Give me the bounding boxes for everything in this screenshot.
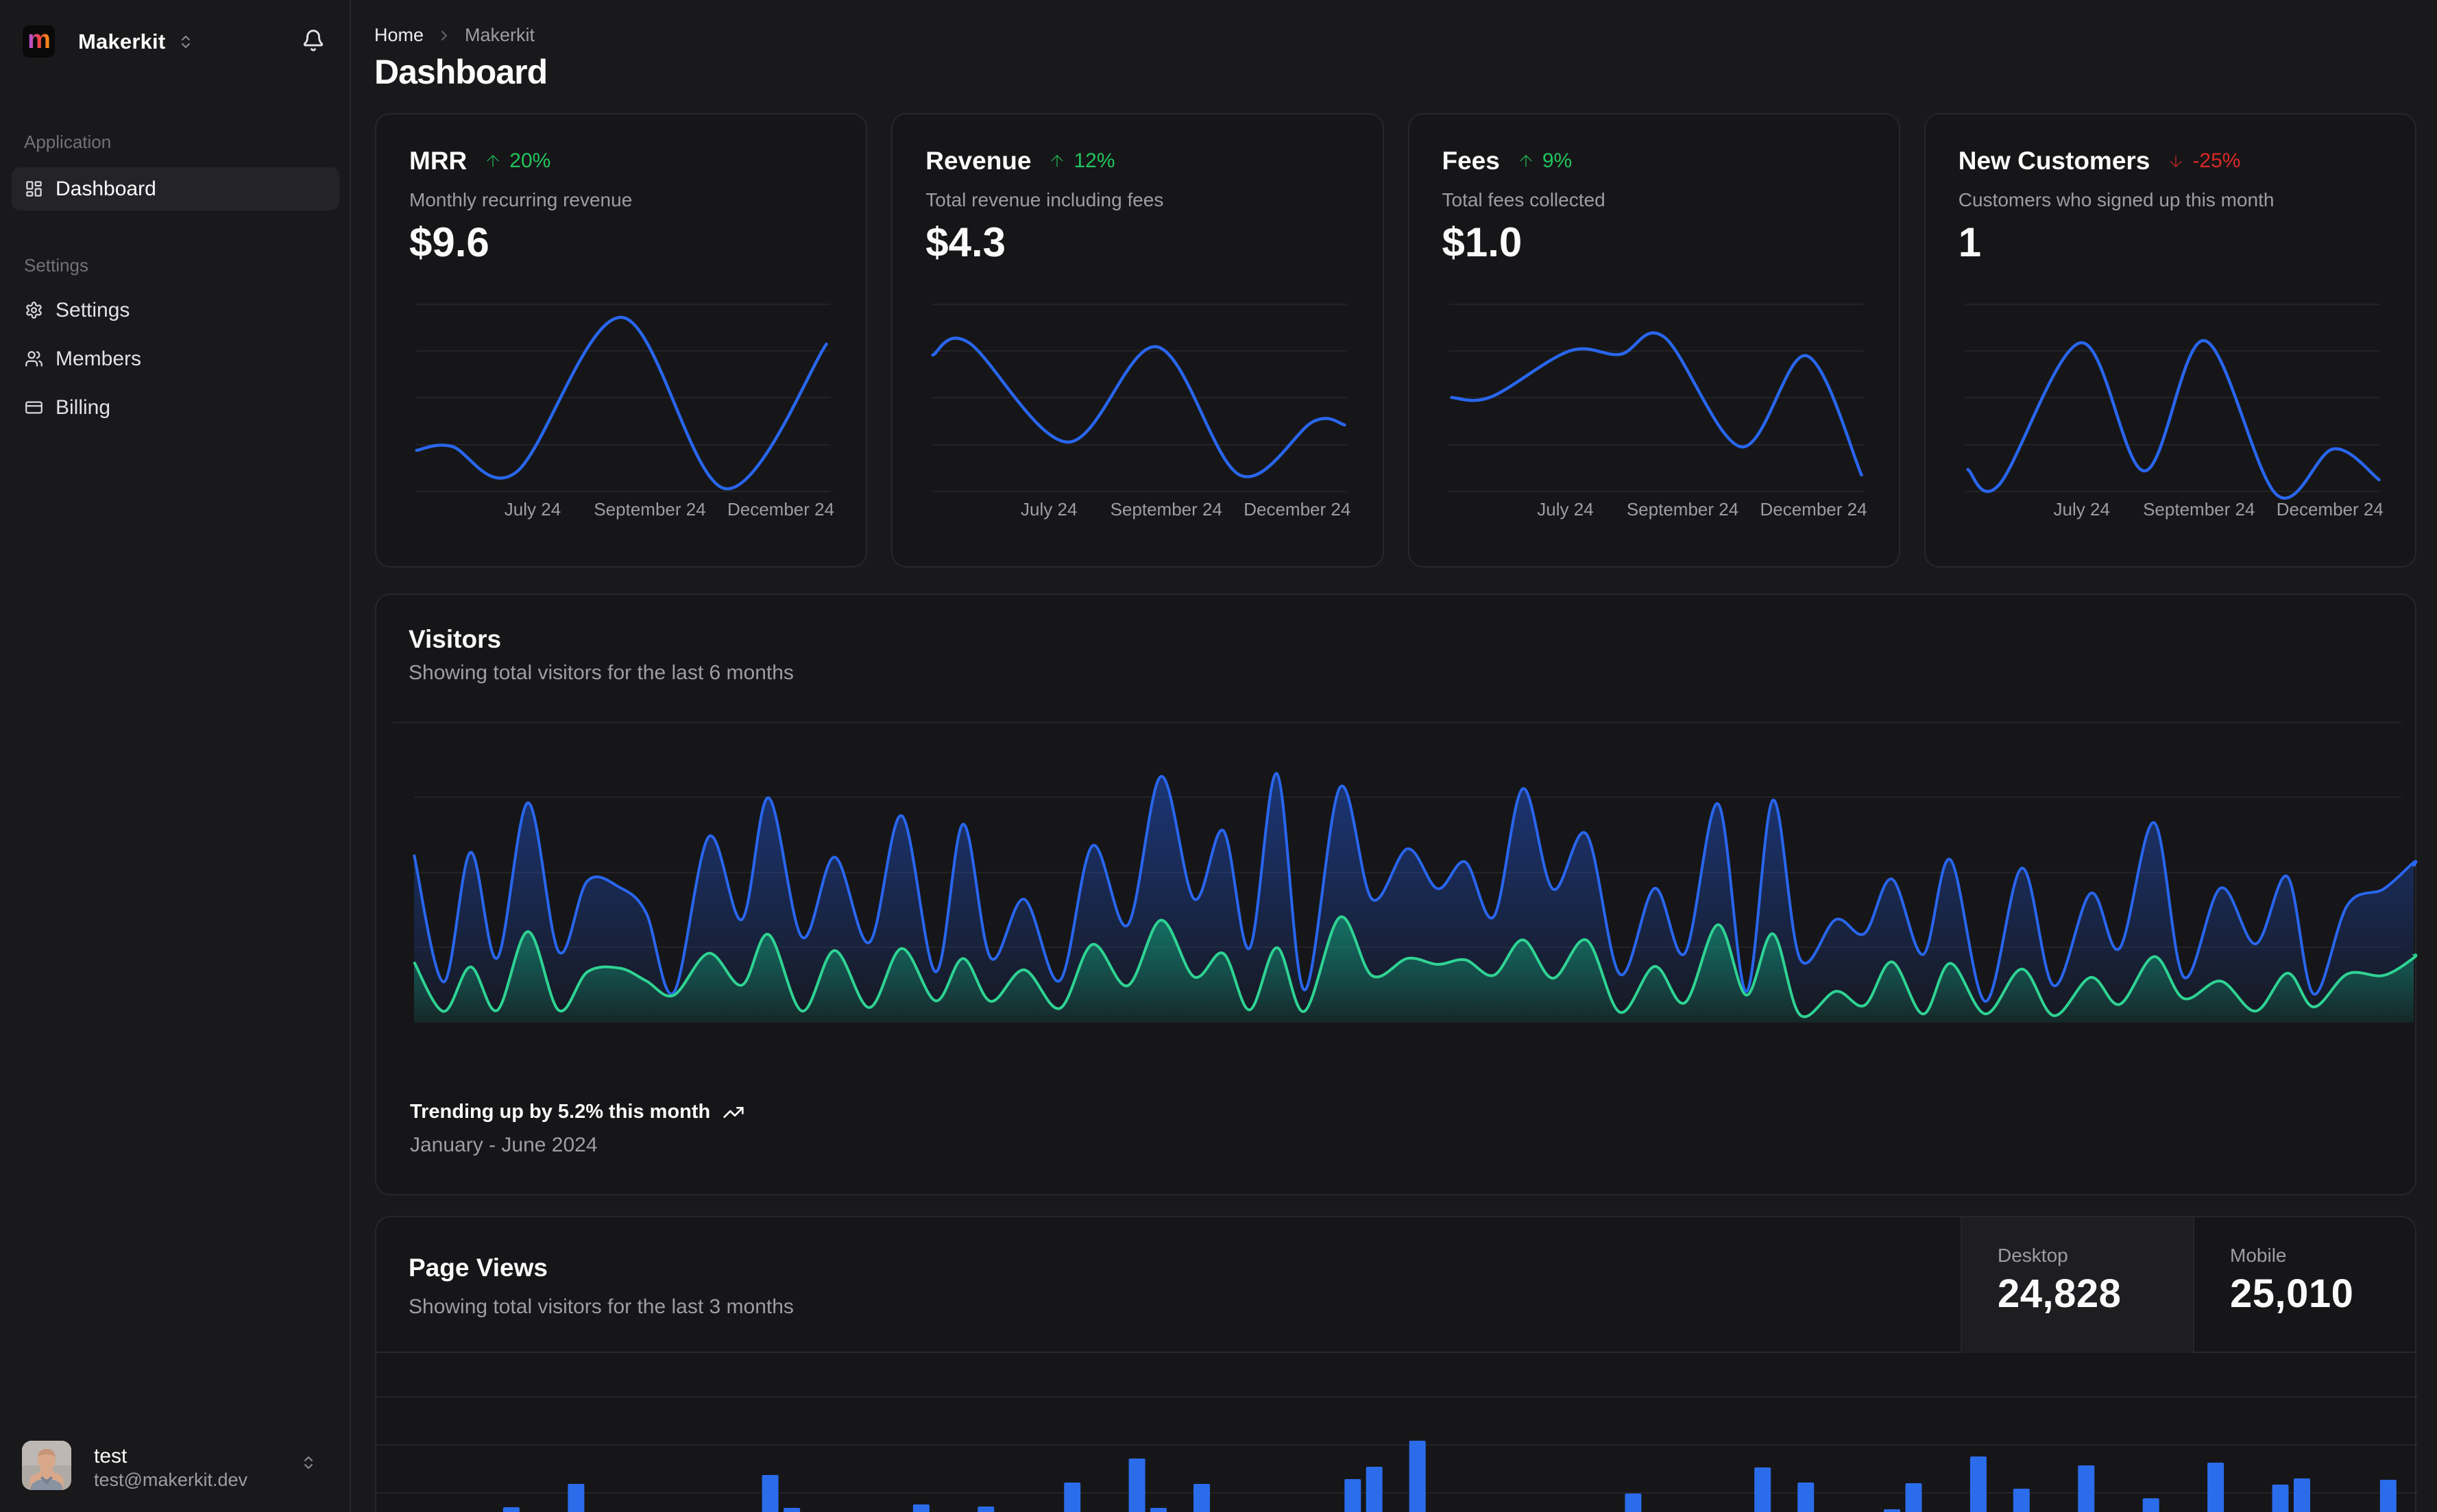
svg-text:m: m (27, 30, 51, 53)
